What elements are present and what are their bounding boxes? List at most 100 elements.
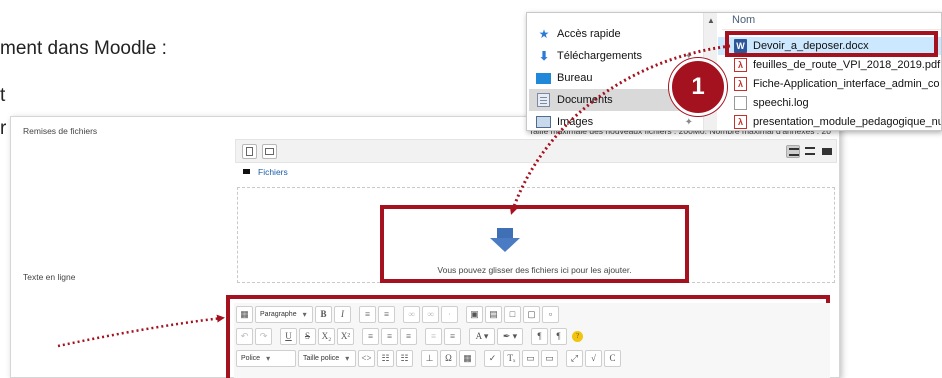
- pin-icon[interactable]: ✦: [685, 117, 693, 128]
- star-icon: ★: [538, 27, 550, 41]
- text-file-icon: [734, 96, 747, 110]
- step-number-badge: 1: [669, 58, 727, 116]
- add-file-button[interactable]: [242, 144, 257, 159]
- align-right-icon[interactable]: ≡: [400, 327, 417, 345]
- file-explorer-window: ★ Accès rapide ⬇ Téléchargements ✦ Burea…: [526, 12, 942, 131]
- media-icon[interactable]: ▤: [485, 305, 502, 323]
- indent-icon[interactable]: ≡: [444, 327, 461, 345]
- recording-icon[interactable]: ▢: [523, 305, 540, 323]
- file-row[interactable]: speechi.log: [718, 94, 941, 112]
- text-editor: ▦ Paragraphe B I ≡ ≡ ∞ ∞ · ▣ ▤ □ ▢ ▫ ↶ ↷…: [234, 303, 830, 378]
- grid-icon: [789, 148, 799, 156]
- nav-item-label: Téléchargements: [557, 50, 642, 62]
- file-name: speechi.log: [753, 97, 809, 109]
- c-button[interactable]: C: [604, 349, 621, 367]
- nav-item-quick-access[interactable]: ★ Accès rapide: [529, 23, 701, 45]
- desktop-icon: [536, 72, 551, 84]
- paste-word-icon[interactable]: ▭: [541, 349, 558, 367]
- file-name: presentation_module_pedagogique_nu: [753, 116, 942, 128]
- editor-highlight-frame: ▦ Paragraphe B I ≡ ≡ ∞ ∞ · ▣ ▤ □ ▢ ▫ ↶ ↷…: [226, 295, 830, 378]
- link-icon[interactable]: ∞: [403, 305, 420, 323]
- nav-item-label: Images: [557, 116, 594, 128]
- image-icon[interactable]: ▣: [466, 305, 483, 323]
- italic-button[interactable]: I: [334, 305, 351, 323]
- inline-text-label: Texte en ligne: [23, 272, 76, 282]
- view-as-icons-button[interactable]: [786, 145, 800, 158]
- subscript-button[interactable]: X₂: [318, 327, 335, 345]
- underline-button[interactable]: U: [280, 327, 297, 345]
- highlight-color-select[interactable]: ✒ ▾: [497, 327, 523, 345]
- pdf-icon: λ: [734, 77, 747, 91]
- outdent-icon[interactable]: ≡: [425, 327, 442, 345]
- file-icon: [246, 147, 253, 156]
- download-icon: ⬇: [538, 49, 550, 63]
- accessibility-check-button[interactable]: √: [585, 349, 602, 367]
- documents-icon: [537, 93, 550, 107]
- file-manage-icon[interactable]: □: [504, 305, 521, 323]
- document-text-line: r: [0, 118, 7, 139]
- pdf-icon: λ: [734, 115, 747, 129]
- nav-item-downloads[interactable]: ⬇ Téléchargements ✦: [529, 45, 701, 67]
- align-left-icon[interactable]: ≡: [362, 327, 379, 345]
- folder-icon: [243, 169, 250, 174]
- undo-icon[interactable]: ↶: [236, 327, 253, 345]
- page-icon[interactable]: ▫: [542, 305, 559, 323]
- anchor-icon[interactable]: ·: [441, 305, 458, 323]
- dropzone-highlight-frame: Vous pouvez glisser des fichiers ici pou…: [380, 205, 689, 283]
- font-size-select[interactable]: Taille police: [298, 349, 356, 367]
- help-icon[interactable]: ?: [572, 330, 583, 342]
- file-name: Fiche-Application_interface_admin_co: [753, 78, 940, 90]
- brush-icon[interactable]: ✓: [484, 349, 501, 367]
- redo-icon[interactable]: ↷: [255, 327, 272, 345]
- view-as-tree-button[interactable]: [820, 145, 834, 158]
- spellcheck-icon[interactable]: ☷: [396, 349, 413, 367]
- nav-item-label: Documents: [557, 94, 613, 106]
- file-manager-toolbar: [235, 139, 837, 163]
- font-family-select[interactable]: Police: [236, 349, 296, 367]
- clear-format-button[interactable]: Tₓ: [503, 349, 520, 367]
- equation-icon[interactable]: ⊥: [421, 349, 438, 367]
- file-name: feuilles_de_route_VPI_2018_2019.pdf: [753, 59, 941, 71]
- rtl-icon[interactable]: ¶: [550, 327, 567, 345]
- create-folder-button[interactable]: [262, 144, 277, 159]
- breadcrumb-root-link[interactable]: Fichiers: [258, 167, 288, 177]
- numbered-list-icon[interactable]: ≡: [378, 305, 395, 323]
- nav-item-label: Bureau: [557, 72, 593, 84]
- folder-icon: [822, 148, 832, 155]
- file-row[interactable]: λ presentation_module_pedagogique_nu: [718, 113, 942, 130]
- editor-toolbar-row: ↶ ↷ U S X₂ X² ≡ ≡ ≡ ≡ ≡ A ▾ ✒ ▾ ¶ ¶ ?: [236, 327, 585, 345]
- search-replace-icon[interactable]: ☷: [377, 349, 394, 367]
- column-header-name[interactable]: Nom: [722, 13, 941, 30]
- file-submissions-label: Remises de fichiers: [23, 126, 98, 136]
- paragraph-style-select[interactable]: Paragraphe: [255, 305, 313, 323]
- pdf-icon: λ: [734, 58, 747, 72]
- drop-hint-text: Vous pouvez glisser des fichiers ici pou…: [437, 265, 632, 275]
- special-char-button[interactable]: Ω: [440, 349, 457, 367]
- file-path-breadcrumb: Fichiers: [243, 167, 288, 177]
- fullscreen-icon[interactable]: ⤢: [566, 349, 583, 367]
- chevron-up-icon[interactable]: ▲: [707, 16, 715, 25]
- toolbar-toggle-icon[interactable]: ▦: [236, 305, 253, 323]
- bold-button[interactable]: B: [315, 305, 332, 323]
- superscript-button[interactable]: X²: [337, 327, 354, 345]
- bullet-list-icon[interactable]: ≡: [359, 305, 376, 323]
- text-color-select[interactable]: A ▾: [469, 327, 495, 345]
- editor-toolbar-row: Police Taille police <> ☷ ☷ ⊥ Ω ▦ ✓ Tₓ ▭…: [236, 349, 623, 367]
- nav-item-label: Accès rapide: [557, 28, 621, 40]
- html-source-button[interactable]: <>: [358, 349, 375, 367]
- filename-highlight-frame: [725, 31, 938, 57]
- file-row[interactable]: λ Fiche-Application_interface_admin_co: [718, 75, 941, 93]
- strikethrough-button[interactable]: S: [299, 327, 316, 345]
- ltr-icon[interactable]: ¶: [531, 327, 548, 345]
- unlink-icon[interactable]: ∞: [422, 305, 439, 323]
- view-as-list-button[interactable]: [803, 145, 817, 158]
- align-center-icon[interactable]: ≡: [381, 327, 398, 345]
- images-icon: [536, 116, 551, 128]
- editor-toolbar-row: ▦ Paragraphe B I ≡ ≡ ∞ ∞ · ▣ ▤ □ ▢ ▫: [236, 305, 561, 323]
- nav-item-images[interactable]: Images ✦: [529, 111, 701, 130]
- table-icon[interactable]: ▦: [459, 349, 476, 367]
- list-icon: [805, 147, 815, 155]
- file-row[interactable]: λ feuilles_de_route_VPI_2018_2019.pdf: [718, 56, 941, 74]
- paste-text-icon[interactable]: ▭: [522, 349, 539, 367]
- document-text-line: ment dans Moodle :: [0, 38, 167, 59]
